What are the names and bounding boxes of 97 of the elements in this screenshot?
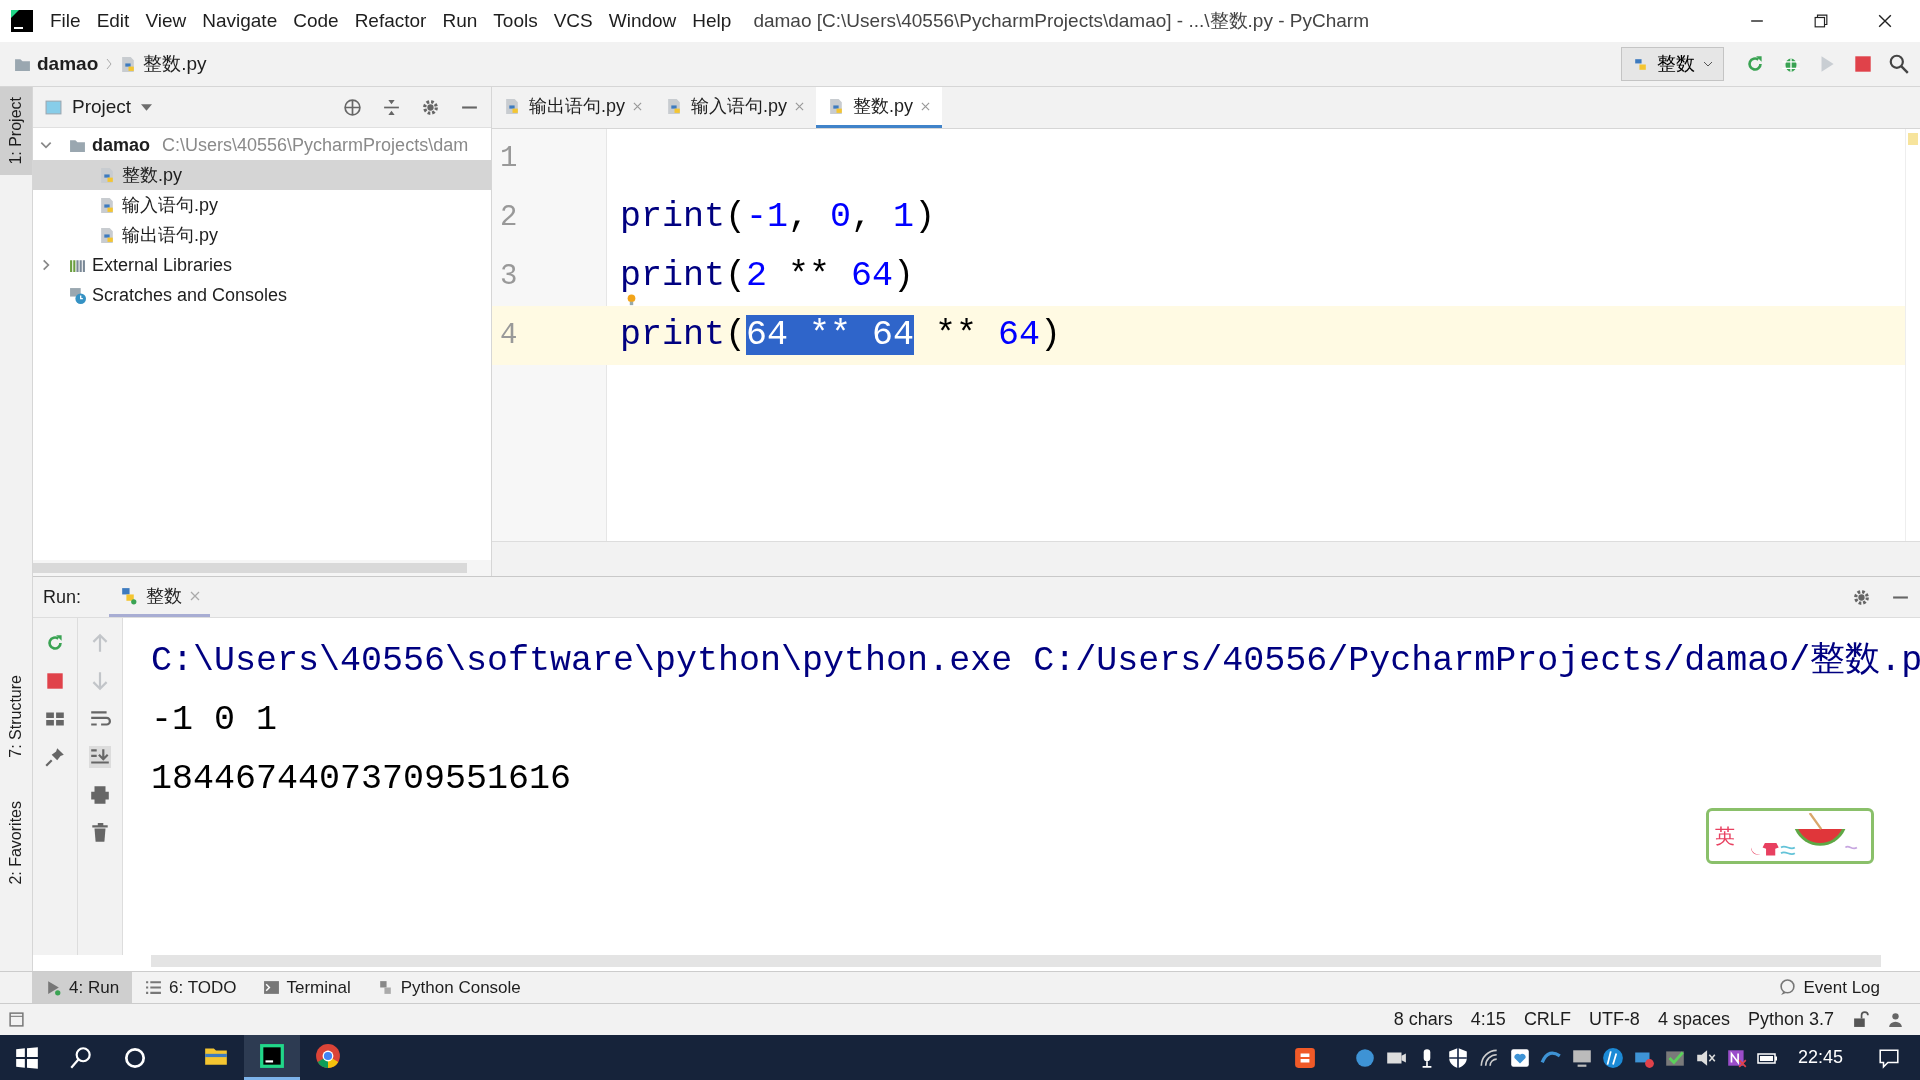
pin-icon[interactable] [44,746,66,768]
close-icon[interactable] [1878,14,1892,28]
status-item[interactable]: 4:15 [1470,1009,1506,1030]
menu-item[interactable]: File [50,10,81,32]
scrollbar[interactable] [33,563,467,573]
console-line: 18446744073709551616 [151,758,573,801]
tree-item[interactable]: External Libraries [33,250,491,280]
editor-tab[interactable]: 整数.py [816,87,943,128]
menu-item[interactable]: Window [608,10,677,32]
menu-item[interactable]: Navigate [202,10,278,32]
chevron-icon [106,57,113,71]
print-icon[interactable] [89,784,111,806]
hp-logo-icon[interactable] [1601,1046,1624,1069]
clock[interactable]: 22:45 [1797,1047,1843,1068]
tool-window-button[interactable]: 2: Favorites [0,791,32,895]
inspector-icon[interactable] [1887,1011,1904,1028]
code-line: print(2 ** 64) [620,259,915,294]
ide-app-icon [259,1043,285,1069]
panel-title[interactable]: Project [72,96,132,118]
menu-item[interactable]: Run [442,10,478,32]
code-line: print(-1, 0, 1) [620,200,936,235]
taskbar-button[interactable] [244,1035,300,1080]
status-item[interactable]: 4 spaces [1657,1009,1730,1030]
tree-item[interactable]: 整数.py [33,160,491,190]
heart-shield-icon[interactable] [1508,1046,1531,1069]
panel-toggle-icon[interactable] [8,1011,25,1028]
windows-start-icon[interactable] [14,1044,40,1071]
speech-bubble-icon [1779,979,1797,996]
inspection-marker-icon[interactable] [1908,133,1918,145]
restore-icon[interactable] [1814,14,1828,28]
ime-widget[interactable]: 英 [1706,808,1875,864]
python-icon [119,586,139,605]
tool-window-button[interactable]: Python Console [363,972,534,1003]
python-file-icon [99,196,116,214]
console-line: C:\Users\40556\software\python\python.exe C:/Users/40556/PycharmProjects/damao/整数.p [151,640,1920,683]
menu-item[interactable]: Refactor [354,10,427,32]
stop-icon[interactable] [1852,53,1874,75]
tree-item[interactable]: Scratches and Consoles [33,280,491,310]
window-title: damao [C:\Users\40556\PycharmProjects\damao] - ...\整数.py - PyCharm [753,9,1369,33]
breadcrumb[interactable]: 整数.py [143,51,207,77]
terminal-icon [262,979,280,996]
tool-window-button[interactable]: 1: Project [0,87,32,175]
wifi-icon[interactable] [1477,1046,1500,1069]
status-item[interactable]: 8 chars [1393,1009,1453,1030]
menu-item[interactable]: Help [692,10,732,32]
stop-icon[interactable] [44,670,66,692]
tree-item[interactable]: damao C:\Users\40556\PycharmProjects\dam [33,130,491,160]
tree-item[interactable]: 输入语句.py [33,190,491,220]
scratch-clock-icon [69,286,86,304]
tool-window-button[interactable]: 4: Run [32,972,133,1003]
app-logo-icon [10,9,34,33]
editor-tab[interactable]: 输入语句.py [654,87,817,128]
browser-icon [315,1043,341,1069]
settings-icon[interactable] [1852,587,1871,607]
breadcrumb[interactable]: damao [37,53,99,75]
panel-title: Run: [42,586,82,608]
caret-icon[interactable] [141,103,153,111]
lock-icon[interactable] [1852,1011,1869,1028]
event-log-button[interactable]: Event Log [1766,972,1920,1003]
caret-icon [1703,61,1713,67]
trash-icon[interactable] [89,822,111,844]
list-icon [145,979,163,996]
status-item[interactable]: CRLF [1523,1009,1571,1030]
menu-item[interactable]: VCS [553,10,593,32]
tool-window-button[interactable]: Terminal [249,972,364,1003]
menu-item[interactable]: Edit [96,10,130,32]
code-line: print(64 ** 64 ** 64) [620,318,1062,353]
search-icon[interactable] [68,1044,94,1071]
menu-item[interactable]: Code [293,10,339,32]
shield-icon[interactable] [1446,1046,1469,1069]
python-file-icon [504,97,521,115]
menu-item[interactable]: View [145,10,187,32]
line-number: 1 [499,142,519,175]
python-file-icon [666,97,683,115]
line-number: 3 [499,260,519,293]
line-number: 2 [499,201,519,234]
line-number: 4 [499,319,519,352]
tree-item[interactable]: 输出语句.py [33,220,491,250]
collapse-icon[interactable] [382,97,401,117]
scrollbar[interactable] [151,955,1881,967]
tool-window-button[interactable]: 7: Structure [0,664,32,768]
run-icon [45,979,62,996]
run-config-dropdown[interactable]: 整数 [1621,47,1724,81]
editor-tab[interactable]: 输出语句.py [492,87,654,128]
python-file-icon [99,226,116,244]
status-item[interactable]: Python 3.7 [1747,1009,1834,1030]
python-file-icon [99,166,116,184]
search-icon[interactable] [1888,53,1910,75]
window-icon [45,98,62,116]
status-item[interactable]: UTF-8 [1588,1009,1640,1030]
console-line: -1 0 1 [151,699,279,742]
menu-item[interactable]: Tools [493,10,538,32]
settings-icon[interactable] [421,97,440,117]
crosshair-icon[interactable] [343,97,362,117]
tool-window-button[interactable]: 6: TODO [132,972,250,1003]
ime-tray-icon[interactable] [1293,1046,1316,1069]
scroll-to-end-icon[interactable] [89,746,111,768]
